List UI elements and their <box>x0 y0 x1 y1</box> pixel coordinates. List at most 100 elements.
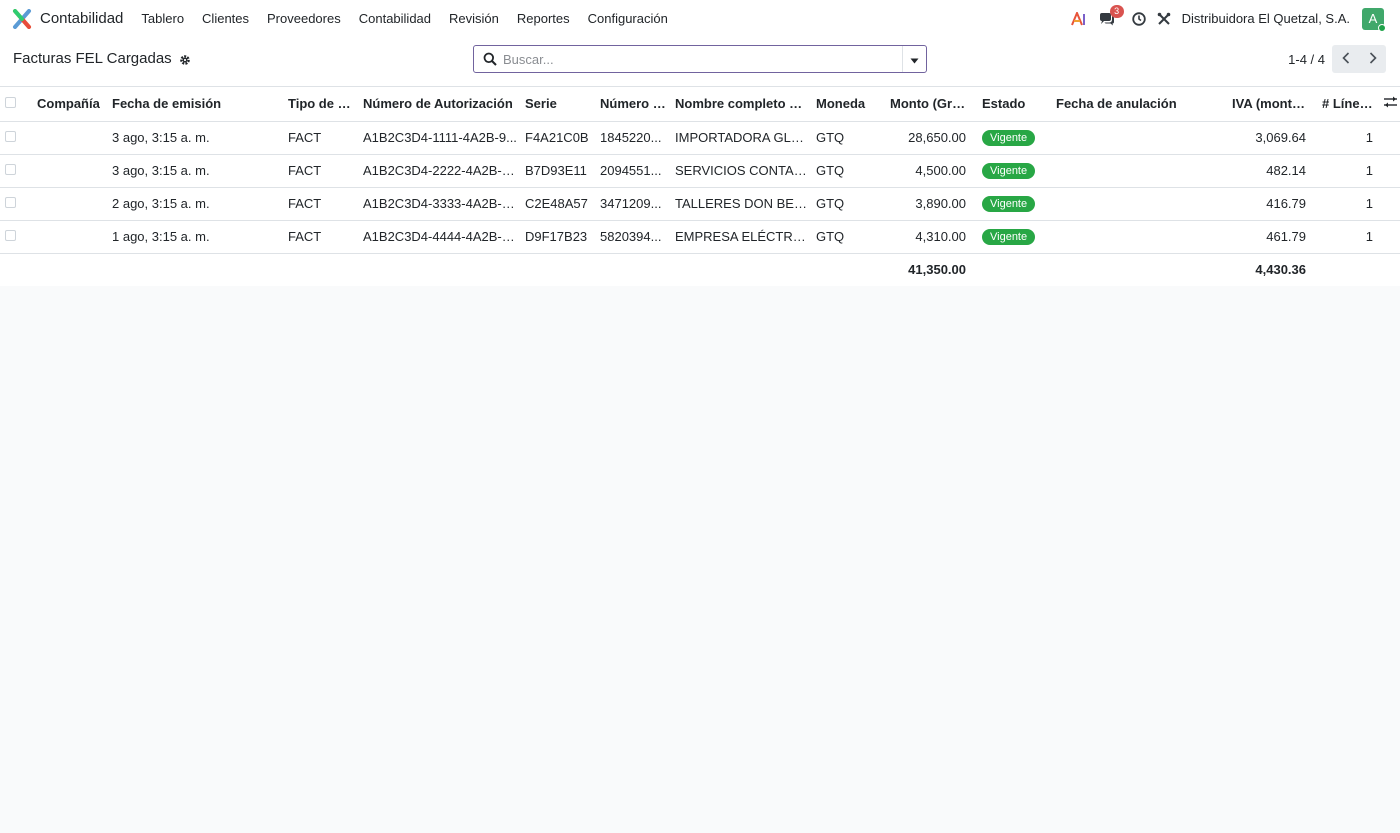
cell-estado: Vigente <box>974 220 1048 253</box>
cell-moneda: GTQ <box>816 163 845 178</box>
cell-lineas: 1 <box>1365 130 1373 145</box>
cell-numero: 3471209... <box>600 196 662 211</box>
menu-item-reportes[interactable]: Reportes <box>517 11 570 26</box>
menu-item-contabilidad[interactable]: Contabilidad <box>359 11 431 26</box>
search-input[interactable] <box>503 51 893 67</box>
cell-compania <box>29 220 104 253</box>
column-header-fecha-anulacion[interactable]: Fecha de anulación <box>1048 87 1224 121</box>
column-header-numero-autorizacion[interactable]: Número de Autorización <box>355 87 517 121</box>
cell-moneda: GTQ <box>816 196 845 211</box>
message-count-badge: 3 <box>1109 4 1124 18</box>
column-header-serie[interactable]: Serie <box>517 87 592 121</box>
pager-next-button[interactable] <box>1359 45 1386 73</box>
table-row[interactable]: 1 ago, 3:15 a. m. FACT A1B2C3D4-4444-4A2… <box>0 220 1400 253</box>
column-header-iva[interactable]: IVA (monto ... <box>1224 87 1314 121</box>
column-header-moneda[interactable]: Moneda <box>808 87 882 121</box>
menu-item-proveedores[interactable]: Proveedores <box>267 11 341 26</box>
cell-lineas: 1 <box>1365 163 1373 178</box>
status-badge: Vigente <box>982 196 1036 212</box>
cell-estado: Vigente <box>974 187 1048 220</box>
cell-numero: 5820394... <box>600 229 662 244</box>
cell-tipo-documento: FACT <box>288 163 322 178</box>
chat-icon[interactable]: 3 <box>1099 4 1124 27</box>
cell-iva: 3,069.64 <box>1255 130 1306 145</box>
search-bar <box>473 45 927 73</box>
table-header-row: Compañía Fecha de emisión Tipo de D... N… <box>0 87 1400 121</box>
pager: 1-4 / 4 <box>1288 45 1386 73</box>
cell-tipo-documento: FACT <box>288 130 322 145</box>
column-header-nombre-completo[interactable]: Nombre completo del ... <box>667 87 808 121</box>
tools-icon[interactable] <box>1156 11 1172 27</box>
cell-fecha-anulacion <box>1048 121 1224 154</box>
navbar-right: 3 Distribuidora El Quetzal, S.A. A <box>1062 0 1386 37</box>
chevron-right-icon <box>1369 51 1377 67</box>
top-navbar: Contabilidad Tablero Clientes Proveedore… <box>0 0 1400 37</box>
main-menu: Tablero Clientes Proveedores Contabilida… <box>141 11 685 26</box>
column-header-monto[interactable]: Monto (Gra... <box>882 87 974 121</box>
clock-icon[interactable] <box>1131 11 1147 27</box>
total-iva: 4,430.36 <box>1255 262 1306 278</box>
cell-fecha-anulacion <box>1048 154 1224 187</box>
cell-lineas: 1 <box>1365 196 1373 211</box>
cell-numero: 2094551... <box>600 163 662 178</box>
search-options-toggle[interactable] <box>902 46 926 72</box>
user-avatar[interactable]: A <box>1362 7 1386 32</box>
column-header-fecha-emision[interactable]: Fecha de emisión <box>104 87 280 121</box>
row-checkbox[interactable] <box>0 121 29 154</box>
cell-monto: 28,650.00 <box>908 130 966 145</box>
app-name[interactable]: Contabilidad <box>40 10 123 27</box>
optional-columns-toggle[interactable] <box>1381 87 1400 121</box>
app-logo-icon[interactable] <box>12 8 32 29</box>
column-header-lineas[interactable]: # Líneas <box>1314 87 1381 121</box>
company-switcher[interactable]: Distribuidora El Quetzal, S.A. <box>1182 11 1350 26</box>
cell-fecha-emision: 3 ago, 3:15 a. m. <box>112 130 210 145</box>
table-row[interactable]: 2 ago, 3:15 a. m. FACT A1B2C3D4-3333-4A2… <box>0 187 1400 220</box>
cell-lineas: 1 <box>1365 229 1373 244</box>
gear-icon[interactable] <box>179 53 191 65</box>
column-header-estado[interactable]: Estado <box>974 87 1048 121</box>
column-header-tipo-documento[interactable]: Tipo de D... <box>280 87 355 121</box>
cell-compania <box>29 154 104 187</box>
cell-monto: 4,310.00 <box>915 229 966 244</box>
table-row[interactable]: 3 ago, 3:15 a. m. FACT A1B2C3D4-2222-4A2… <box>0 154 1400 187</box>
cell-moneda: GTQ <box>816 130 845 145</box>
cell-serie: B7D93E11 <box>525 163 587 178</box>
cell-nombre-completo: TALLERES DON BETO <box>675 196 808 211</box>
cell-fecha-anulacion <box>1048 220 1224 253</box>
column-header-compania[interactable]: Compañía <box>29 87 104 121</box>
status-badge: Vigente <box>982 229 1036 245</box>
select-all-checkbox[interactable] <box>0 87 29 121</box>
sliders-icon <box>1384 96 1397 111</box>
totals-row: 41,350.00 4,430.36 <box>0 253 1400 286</box>
cell-numero-autorizacion: A1B2C3D4-2222-4A2B-9... <box>363 163 517 178</box>
row-checkbox[interactable] <box>0 187 29 220</box>
cell-fecha-emision: 2 ago, 3:15 a. m. <box>112 196 210 211</box>
cell-nombre-completo: EMPRESA ELÉCTRICA ... <box>675 229 808 244</box>
cell-compania <box>29 187 104 220</box>
row-checkbox[interactable] <box>0 220 29 253</box>
cell-tipo-documento: FACT <box>288 229 322 244</box>
cell-numero: 1845220... <box>600 130 662 145</box>
menu-item-clientes[interactable]: Clientes <box>202 11 249 26</box>
breadcrumb: Facturas FEL Cargadas <box>13 50 191 67</box>
cell-numero-autorizacion: A1B2C3D4-3333-4A2B-9... <box>363 196 517 211</box>
cell-monto: 4,500.00 <box>915 163 966 178</box>
menu-item-tablero[interactable]: Tablero <box>141 11 184 26</box>
pager-previous-button[interactable] <box>1332 45 1359 73</box>
menu-item-configuracion[interactable]: Configuración <box>588 11 668 26</box>
caret-down-icon <box>910 52 919 67</box>
table-row[interactable]: 3 ago, 3:15 a. m. FACT A1B2C3D4-1111-4A2… <box>0 121 1400 154</box>
cell-compania <box>29 121 104 154</box>
total-monto: 41,350.00 <box>908 262 966 278</box>
column-header-numero[interactable]: Número d... <box>592 87 667 121</box>
cell-nombre-completo: IMPORTADORA GLOB... <box>675 130 808 145</box>
avatar-letter: A <box>1368 11 1378 26</box>
pager-value[interactable]: 1-4 / 4 <box>1288 52 1325 67</box>
row-checkbox[interactable] <box>0 154 29 187</box>
cell-numero-autorizacion: A1B2C3D4-1111-4A2B-9... <box>363 130 517 145</box>
control-panel: Facturas FEL Cargadas 1-4 / 4 <box>0 37 1400 87</box>
menu-item-revision[interactable]: Revisión <box>449 11 499 26</box>
ai-icon[interactable] <box>1070 11 1087 27</box>
cell-moneda: GTQ <box>816 229 845 244</box>
chevron-left-icon <box>1341 51 1350 67</box>
